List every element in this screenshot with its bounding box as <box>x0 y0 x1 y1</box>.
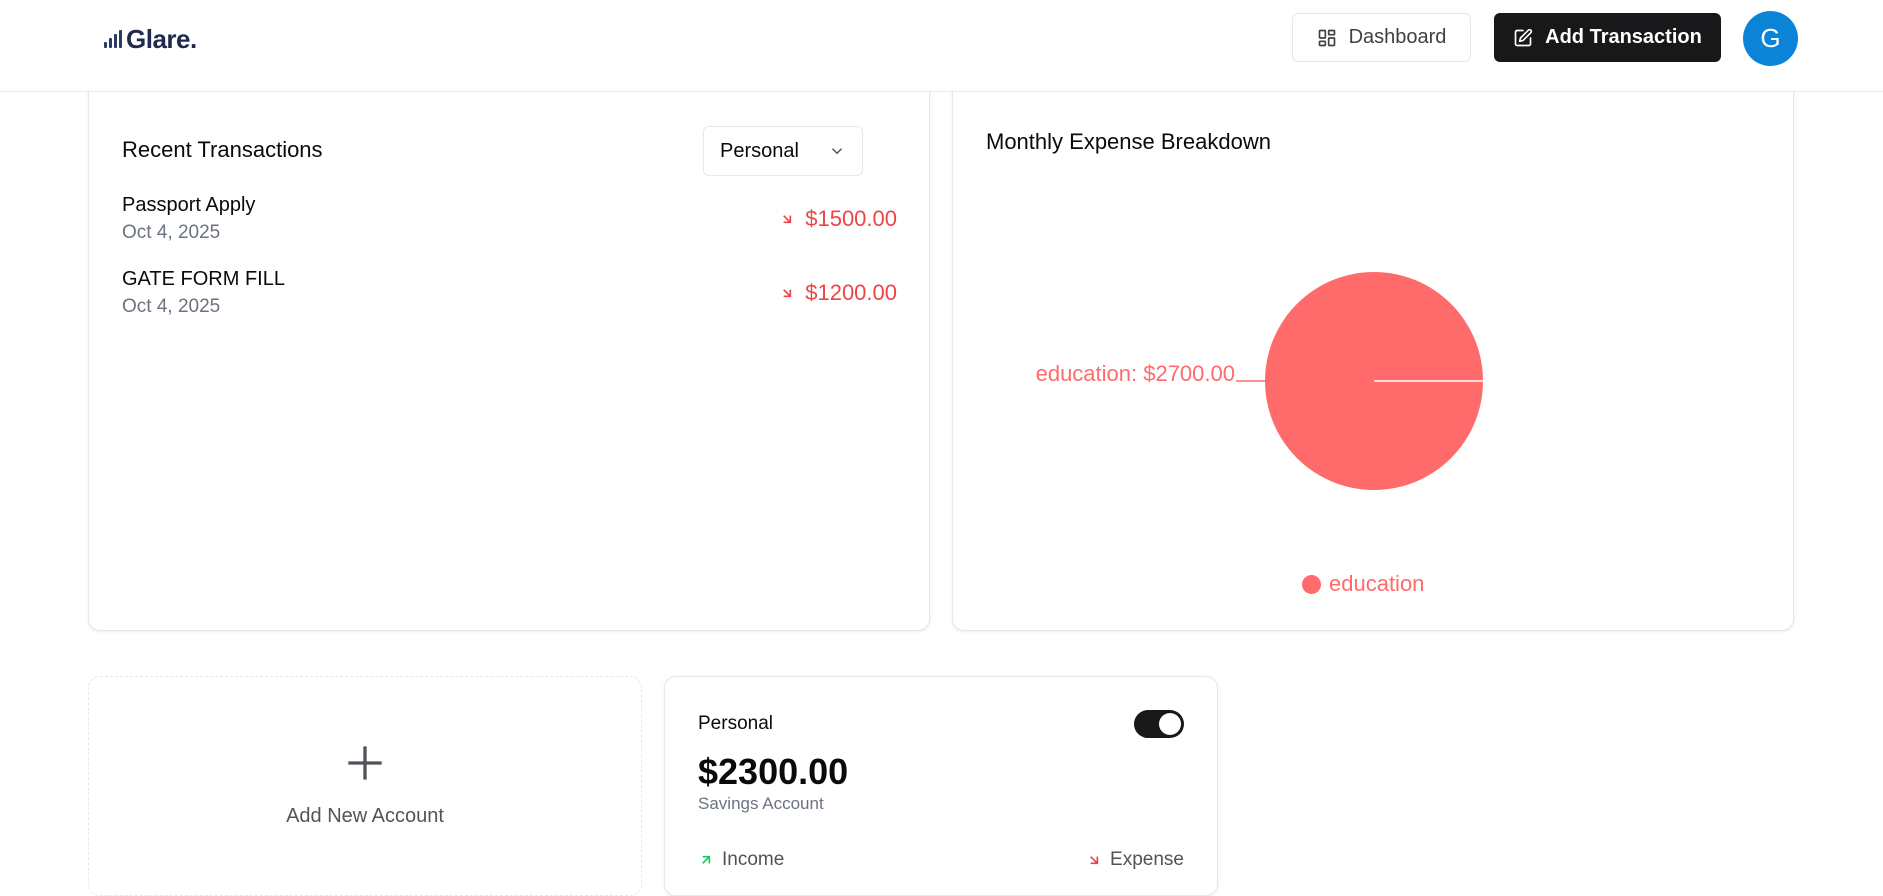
transaction-date: Oct 4, 2025 <box>122 296 221 317</box>
recent-transactions-card: Recent Transactions Personal Passport Ap… <box>88 80 930 631</box>
legend-swatch <box>1302 574 1321 594</box>
chart-legend: education <box>1302 571 1424 597</box>
transaction-row[interactable]: Passport Apply Oct 4, 2025 $1500.00 <box>122 194 897 250</box>
account-balance: $2300.00 <box>698 751 849 792</box>
add-transaction-button[interactable]: Add Transaction <box>1494 13 1721 62</box>
transaction-name: GATE FORM FILL <box>122 268 285 290</box>
transaction-row[interactable]: GATE FORM FILL Oct 4, 2025 $1200.00 <box>122 268 897 324</box>
pen-square-icon <box>1514 28 1533 46</box>
account-filter-value: Personal <box>720 139 799 162</box>
add-account-label: Add New Account <box>286 805 444 827</box>
legend-label: education <box>1329 571 1425 596</box>
add-account-content: Add New Account <box>89 743 641 828</box>
expense-pie-chart: education: $2700.00 <box>1036 272 1483 490</box>
arrow-down-right-icon <box>1090 856 1099 865</box>
app-logo[interactable]: Glare. <box>104 22 197 56</box>
transaction-name: Passport Apply <box>122 194 256 216</box>
transaction-date: Oct 4, 2025 <box>122 222 221 243</box>
chevron-down-icon <box>831 148 843 155</box>
plus-icon <box>348 746 382 780</box>
logo-text: Glare. <box>126 23 197 54</box>
income-label: Income <box>722 849 785 870</box>
dashboard-button[interactable]: Dashboard <box>1292 13 1471 62</box>
default-account-toggle[interactable] <box>1134 710 1184 738</box>
dashboard-button-label: Dashboard <box>1348 26 1447 48</box>
account-type: Savings Account <box>698 794 824 813</box>
pie-slice-label: education: $2700.00 <box>1036 361 1235 386</box>
top-navbar: Glare. Dashboard Add Transaction G <box>0 0 1883 92</box>
account-expense: Expense <box>1086 849 1184 871</box>
layout-dashboard-icon <box>1318 29 1335 46</box>
account-name: Personal <box>698 713 773 734</box>
account-card[interactable]: Personal $2300.00 Savings Account Income… <box>664 676 1218 896</box>
account-filter-select[interactable]: Personal <box>703 126 863 176</box>
arrow-down-right-icon <box>783 215 792 224</box>
recent-transactions-title: Recent Transactions <box>122 137 323 162</box>
transaction-amount: $1200.00 <box>779 280 897 306</box>
arrow-up-right-icon <box>702 855 711 864</box>
user-avatar[interactable]: G <box>1743 11 1798 66</box>
arrow-down-right-icon <box>783 289 792 298</box>
transaction-amount: $1500.00 <box>779 206 897 232</box>
expense-breakdown-card: Monthly Expense Breakdown education: $27… <box>952 80 1794 631</box>
account-income: Income <box>698 849 784 871</box>
expense-label: Expense <box>1110 849 1184 870</box>
transaction-amount-value: $1500.00 <box>805 206 897 231</box>
transaction-amount-value: $1200.00 <box>805 280 897 305</box>
add-account-card[interactable]: Add New Account <box>88 676 642 896</box>
logo-bars-icon <box>104 30 122 48</box>
avatar-initial: G <box>1760 23 1781 53</box>
add-transaction-label: Add Transaction <box>1545 26 1702 48</box>
toggle-knob <box>1159 713 1181 735</box>
